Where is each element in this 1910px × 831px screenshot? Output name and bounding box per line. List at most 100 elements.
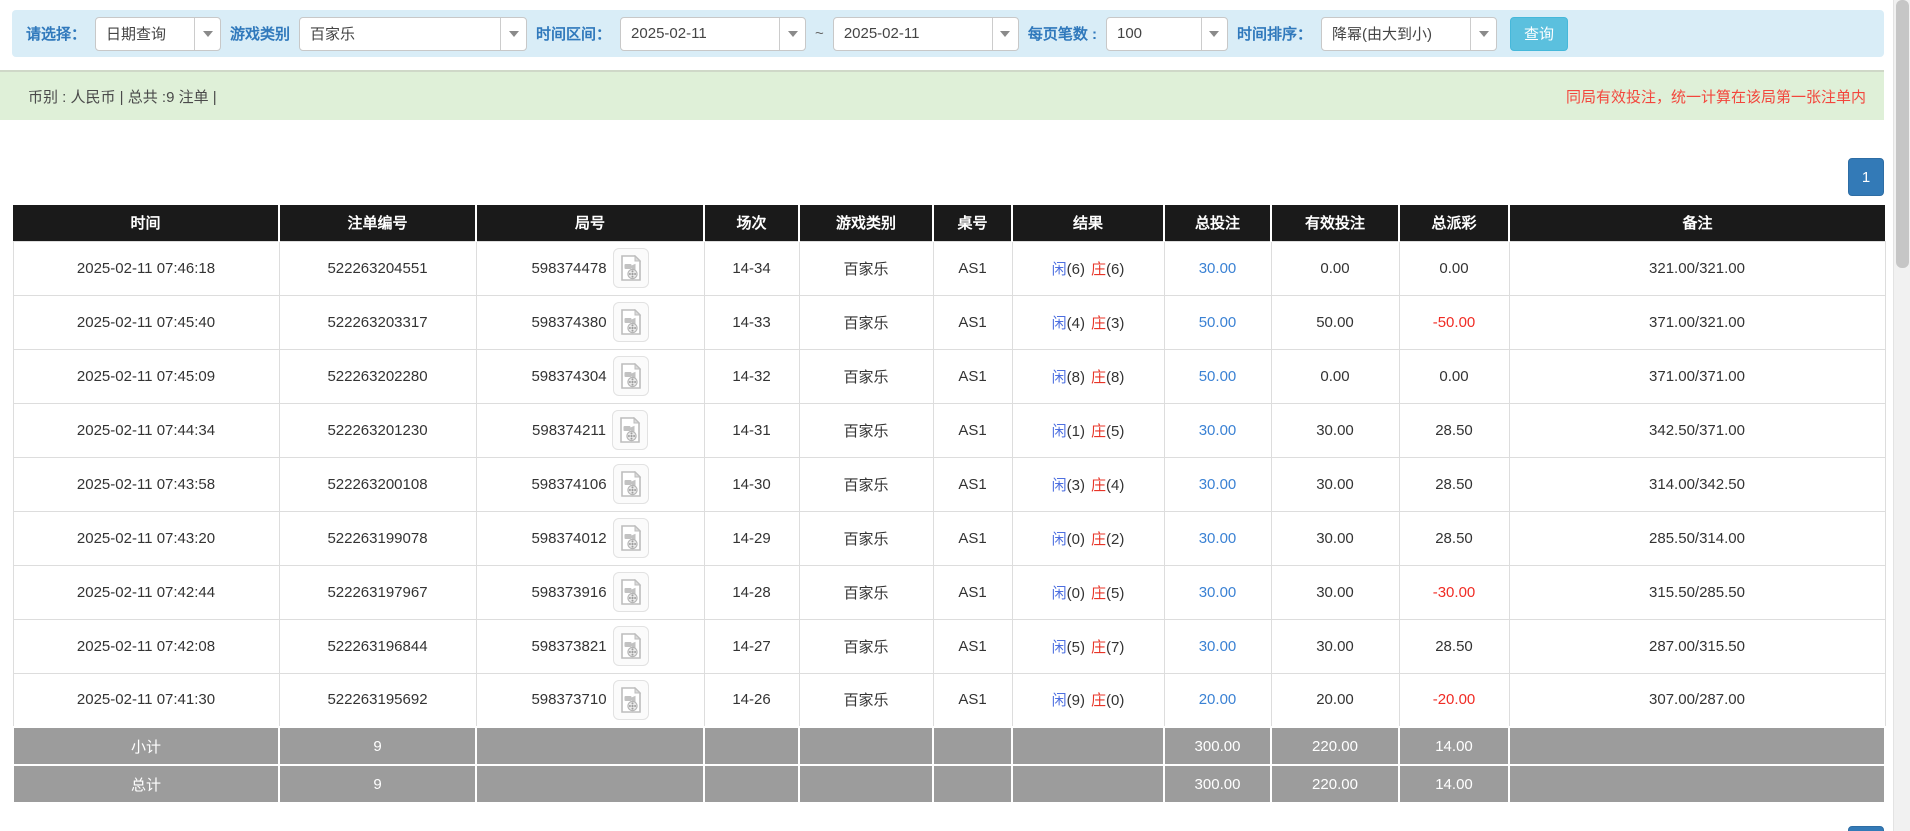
player-result-label: 闲	[1051, 584, 1067, 602]
table-body: 2025-02-11 07:46:18 522263204551 5983744…	[12, 240, 1886, 728]
cell-payout: 28.50	[1398, 456, 1510, 512]
table-row: 2025-02-11 07:45:09 522263202280 5983743…	[12, 348, 1886, 404]
banker-result-value: (7)	[1106, 638, 1125, 656]
cell-time: 2025-02-11 07:42:44	[12, 564, 280, 620]
video-replay-button[interactable]	[611, 410, 648, 450]
table-row: 2025-02-11 07:46:18 522263204551 5983744…	[12, 240, 1886, 296]
cell-session: 14-33	[703, 294, 800, 350]
date-from-select[interactable]: 2025-02-11	[620, 16, 807, 51]
cell-total-bet[interactable]: 20.00	[1163, 672, 1272, 728]
total-label: 总计	[12, 764, 280, 804]
date-to-select[interactable]: 2025-02-11	[832, 16, 1019, 51]
player-result-label: 闲	[1051, 476, 1067, 494]
video-replay-icon	[620, 633, 641, 659]
cell-total-bet[interactable]: 50.00	[1163, 294, 1272, 350]
cell-game-type: 百家乐	[798, 402, 934, 458]
video-replay-button[interactable]	[612, 248, 649, 288]
cell-game-type: 百家乐	[798, 510, 934, 566]
video-replay-icon	[620, 255, 641, 281]
banker-result-value: (4)	[1106, 476, 1125, 494]
cell-result: 闲(4) 庄(3)	[1011, 294, 1165, 350]
banker-result-value: (2)	[1106, 530, 1125, 548]
same-round-notice: 同局有效投注，统一计算在该局第一张注单内	[1565, 88, 1866, 106]
cell-time: 2025-02-11 07:42:08	[12, 618, 280, 674]
player-result-value: (3)	[1066, 476, 1085, 494]
search-button[interactable]: 查询	[1510, 16, 1568, 51]
video-replay-button[interactable]	[612, 464, 649, 504]
cell-remark: 371.00/371.00	[1508, 348, 1886, 404]
cell-bet-id: 522263203317	[278, 294, 477, 350]
cell-table-no: AS1	[932, 348, 1013, 404]
round-id-text: 598374106	[531, 475, 607, 493]
cell-result: 闲(0) 庄(5)	[1011, 564, 1165, 620]
video-replay-button[interactable]	[612, 356, 649, 396]
header-game-type: 游戏类别	[798, 205, 933, 241]
cell-payout: 0.00	[1398, 240, 1510, 296]
chevron-down-icon	[500, 17, 526, 50]
cell-result: 闲(8) 庄(8)	[1011, 348, 1165, 404]
betting-records-page: 请选择： 日期查询 游戏类别 百家乐 时间区间： 2025-02-11 ~ 20…	[0, 10, 1893, 831]
cell-round-id: 598374478	[475, 240, 705, 296]
subtotal-total-bet: 300.00	[1163, 726, 1272, 766]
player-result-value: (4)	[1066, 314, 1085, 332]
table-row: 2025-02-11 07:42:44 522263197967 5983739…	[12, 564, 1886, 620]
cell-round-id: 598374106	[475, 456, 705, 512]
subtotal-row: 小计 9 300.00 220.00 14.00	[12, 726, 1886, 766]
cell-total-bet[interactable]: 30.00	[1163, 456, 1272, 512]
video-replay-button[interactable]	[612, 679, 649, 720]
game-category-select[interactable]: 百家乐	[299, 16, 528, 51]
chevron-down-icon	[991, 17, 1018, 50]
player-result-label: 闲	[1051, 692, 1067, 710]
cell-session: 14-32	[703, 348, 800, 404]
page-size-label: 每页笔数 :	[1027, 26, 1097, 43]
cell-valid-bet: 0.00	[1270, 348, 1400, 404]
cell-remark: 287.00/315.50	[1508, 618, 1886, 674]
player-result-label: 闲	[1051, 260, 1067, 278]
sort-order-select[interactable]: 降幂(由大到小)	[1321, 16, 1497, 51]
cell-valid-bet: 50.00	[1270, 294, 1400, 350]
cell-payout: -30.00	[1398, 564, 1510, 620]
cell-valid-bet: 30.00	[1270, 456, 1400, 512]
page-1-button[interactable]: 1	[1848, 158, 1884, 196]
cell-total-bet[interactable]: 50.00	[1163, 348, 1272, 404]
video-replay-button[interactable]	[612, 302, 649, 342]
video-replay-icon	[620, 686, 641, 713]
cell-time: 2025-02-11 07:43:20	[12, 510, 280, 566]
cell-session: 14-30	[703, 456, 800, 512]
video-replay-button[interactable]	[612, 572, 649, 612]
player-result-label: 闲	[1051, 422, 1067, 440]
video-replay-button[interactable]	[612, 626, 649, 666]
cell-total-bet[interactable]: 30.00	[1163, 240, 1272, 296]
cell-round-id: 598374012	[475, 510, 705, 566]
video-replay-icon	[620, 525, 641, 551]
page-size-select[interactable]: 100	[1105, 16, 1228, 51]
cell-session: 14-31	[703, 402, 800, 458]
cell-total-bet[interactable]: 30.00	[1163, 510, 1272, 566]
cell-total-bet[interactable]: 30.00	[1163, 564, 1272, 620]
cell-table-no: AS1	[932, 294, 1013, 350]
cell-session: 14-28	[703, 564, 800, 620]
total-total-bet: 300.00	[1163, 764, 1272, 804]
round-id-text: 598374304	[531, 367, 607, 385]
player-result-value: (1)	[1066, 422, 1085, 440]
scrollbar-thumb[interactable]	[1896, 0, 1909, 268]
banker-result-value: (5)	[1106, 584, 1125, 602]
cell-round-id: 598373821	[475, 618, 705, 674]
banker-result-label: 庄	[1091, 638, 1107, 656]
cell-time: 2025-02-11 07:45:40	[12, 294, 280, 350]
subtotal-payout: 14.00	[1398, 726, 1510, 766]
cell-total-bet[interactable]: 30.00	[1163, 402, 1272, 458]
cell-round-id: 598374304	[475, 348, 705, 404]
cell-bet-id: 522263196844	[278, 618, 477, 674]
page-1-button-bottom[interactable]: 1	[1848, 826, 1884, 831]
cell-table-no: AS1	[932, 240, 1013, 296]
total-payout: 14.00	[1398, 764, 1510, 804]
video-replay-icon	[620, 363, 641, 389]
player-result-label: 闲	[1051, 314, 1067, 332]
cell-total-bet[interactable]: 30.00	[1163, 618, 1272, 674]
query-type-select[interactable]: 日期查询	[95, 16, 222, 51]
cell-remark: 342.50/371.00	[1508, 402, 1886, 458]
cell-bet-id: 522263200108	[278, 456, 477, 512]
video-replay-icon	[620, 579, 641, 605]
video-replay-button[interactable]	[612, 518, 649, 558]
